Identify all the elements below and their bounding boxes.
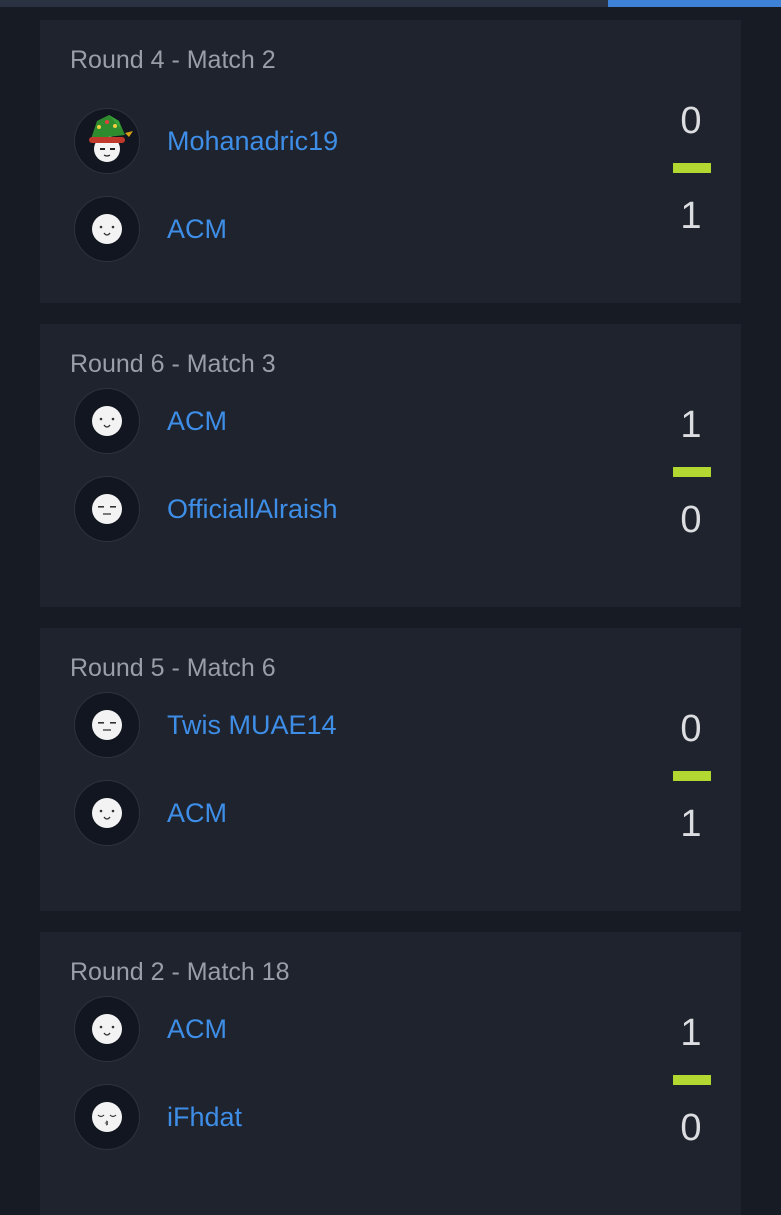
match-title: Round 6 - Match 3 — [70, 350, 276, 378]
player-score: 0 — [680, 100, 702, 142]
match-card[interactable]: Round 5 - Match 6 Twis MUAE14 ACM 0 1 — [40, 628, 741, 911]
player-name-link[interactable]: Twis MUAE14 — [167, 710, 337, 741]
player-row[interactable]: ACM — [74, 996, 674, 1062]
winner-indicator-bar — [673, 771, 711, 781]
player-name-link[interactable]: Mohanadric19 — [167, 126, 338, 157]
top-tab-strip — [0, 0, 781, 7]
player-score: 0 — [680, 499, 702, 541]
player-row[interactable]: ACM — [74, 780, 674, 846]
player-row[interactable]: ACM — [74, 388, 674, 454]
winner-indicator-bar — [673, 467, 711, 477]
smiling-face-icon[interactable] — [74, 780, 140, 846]
player-name-link[interactable]: ACM — [167, 214, 227, 245]
match-card[interactable]: Round 2 - Match 18 ACM iFhdat 1 0 — [40, 932, 741, 1215]
match-card[interactable]: Round 4 - Match 2 Mohanadric19 ACM 0 1 — [40, 20, 741, 303]
player-row[interactable]: iFhdat — [74, 1084, 674, 1150]
player-score: 1 — [680, 404, 702, 446]
player-score: 1 — [680, 1012, 702, 1054]
match-title: Round 2 - Match 18 — [70, 958, 290, 986]
match-card[interactable]: Round 6 - Match 3 ACM OfficiallAlraish 1… — [40, 324, 741, 607]
player-score: 0 — [680, 708, 702, 750]
smiling-face-icon[interactable] — [74, 196, 140, 262]
smirk-face-icon[interactable] — [74, 476, 140, 542]
match-title: Round 5 - Match 6 — [70, 654, 276, 682]
player-score: 0 — [680, 1107, 702, 1149]
player-row[interactable]: Mohanadric19 — [74, 108, 674, 174]
player-name-link[interactable]: ACM — [167, 406, 227, 437]
winner-indicator-bar — [673, 1075, 711, 1085]
player-name-link[interactable]: ACM — [167, 1014, 227, 1045]
player-row[interactable]: OfficiallAlraish — [74, 476, 674, 542]
winner-indicator-bar — [673, 163, 711, 173]
kiss-face-icon[interactable] — [74, 1084, 140, 1150]
player-name-link[interactable]: iFhdat — [167, 1102, 242, 1133]
player-row[interactable]: ACM — [74, 196, 674, 262]
player-row[interactable]: Twis MUAE14 — [74, 692, 674, 758]
smirk-face-icon[interactable] — [74, 692, 140, 758]
player-name-link[interactable]: OfficiallAlraish — [167, 494, 338, 525]
smiling-face-icon[interactable] — [74, 388, 140, 454]
player-score: 1 — [680, 195, 702, 237]
match-title: Round 4 - Match 2 — [70, 46, 276, 74]
active-tab-indicator — [608, 0, 781, 7]
player-name-link[interactable]: ACM — [167, 798, 227, 829]
elf-hat-face-icon[interactable] — [74, 108, 140, 174]
smiling-face-icon[interactable] — [74, 996, 140, 1062]
player-score: 1 — [680, 803, 702, 845]
